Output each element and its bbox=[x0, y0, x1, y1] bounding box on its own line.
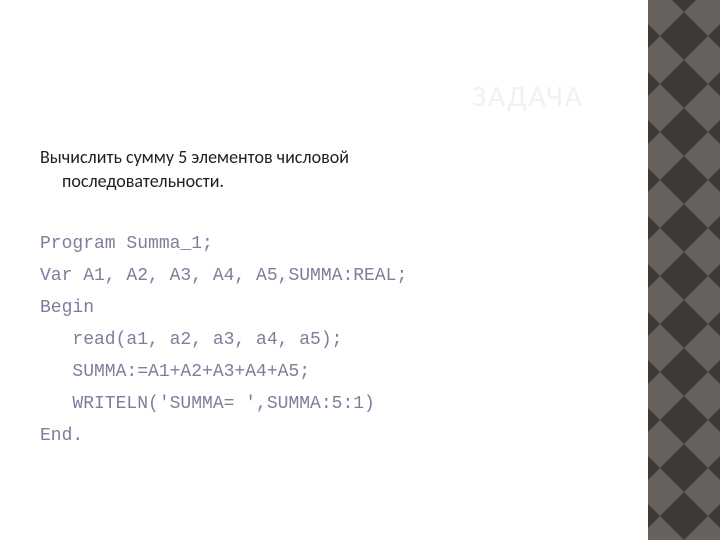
code-line: Program Summa_1; bbox=[40, 234, 213, 254]
content-area: Вычислить сумму 5 элементов числовой пос… bbox=[40, 145, 600, 452]
diamond-sidebar bbox=[648, 0, 720, 540]
code-line: Begin bbox=[40, 298, 94, 318]
slide-title: ЗАДАЧА bbox=[0, 78, 640, 115]
code-line: read(a1, a2, a3, a4, a5); bbox=[40, 330, 342, 350]
code-line: End. bbox=[40, 426, 83, 446]
diamond-pattern-icon bbox=[648, 0, 720, 540]
task-line-2: последовательности. bbox=[40, 169, 600, 193]
code-line: SUMMA:=A1+A2+A3+A4+A5; bbox=[40, 362, 310, 382]
code-line: WRITELN('SUMMA= ',SUMMA:5:1) bbox=[40, 394, 375, 414]
slide: ЗАДАЧА Вычислить сумму 5 элементов число… bbox=[0, 0, 720, 540]
code-block: Program Summa_1; Var A1, A2, A3, A4, A5,… bbox=[40, 228, 600, 452]
task-text: Вычислить сумму 5 элементов числовой пос… bbox=[40, 145, 600, 194]
code-line: Var A1, A2, A3, A4, A5,SUMMA:REAL; bbox=[40, 266, 407, 286]
task-line-1: Вычислить сумму 5 элементов числовой bbox=[40, 146, 349, 168]
